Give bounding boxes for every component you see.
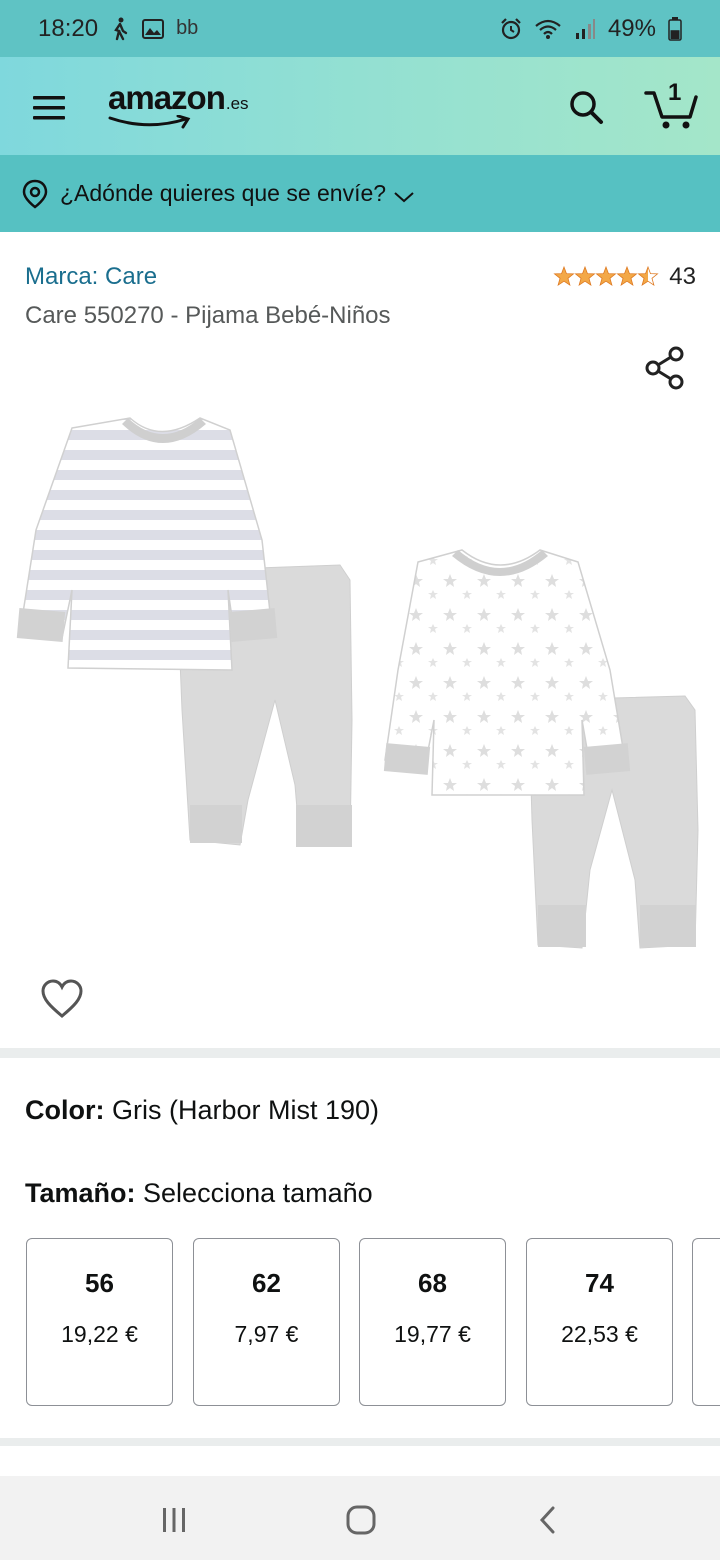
- amazon-logo[interactable]: amazon.es: [108, 79, 268, 135]
- size-number: 62: [252, 1268, 281, 1298]
- size-price: 19,77 €: [394, 1321, 471, 1347]
- walking-icon: [114, 17, 128, 40]
- product-title: Care 550270 - Pijama Bebé-Niños: [25, 302, 391, 329]
- size-label: Tamaño:: [25, 1178, 136, 1208]
- system-nav-bar: [0, 1476, 720, 1560]
- delivery-label: ¿Adónde quieres que se envíe?: [60, 180, 387, 206]
- battery-percent: 49%: [607, 14, 656, 42]
- logo-text: amazon: [108, 79, 226, 116]
- pajama-set-illustration: [16, 417, 699, 949]
- brand-link[interactable]: Marca: Care: [25, 263, 157, 291]
- status-right: 49%: [500, 15, 682, 43]
- back-icon: [539, 1506, 555, 1534]
- status-bar: 18:20 bb 49%: [0, 0, 720, 57]
- size-value: Selecciona tamaño: [143, 1178, 373, 1208]
- logo-tld: .es: [225, 94, 249, 113]
- wifi-icon: [535, 19, 561, 39]
- star-mark: [553, 266, 575, 287]
- clock: 18:20: [38, 14, 99, 42]
- location-pin-icon: [22, 179, 48, 209]
- battery-icon: [668, 16, 682, 41]
- search-icon: [570, 91, 603, 124]
- chevron-down-icon: [394, 191, 414, 202]
- color-label: Color:: [25, 1095, 105, 1125]
- size-option[interactable]: 62 7,97 €: [193, 1238, 340, 1406]
- logo-smile-icon: [108, 115, 191, 129]
- size-number: 68: [418, 1268, 447, 1298]
- size-selection: Tamaño: Selecciona tamaño: [25, 1178, 373, 1209]
- star-mark: [637, 266, 659, 287]
- home-icon: [346, 1505, 376, 1535]
- share-button[interactable]: [644, 346, 686, 390]
- size-number: 74: [585, 1268, 614, 1298]
- cart-count: 1: [668, 79, 682, 106]
- star-rating: [553, 266, 659, 287]
- menu-icon: [33, 96, 65, 120]
- color-selection: Color: Gris (Harbor Mist 190): [25, 1095, 379, 1126]
- home-button[interactable]: [341, 1500, 381, 1540]
- star-mark: [616, 266, 638, 287]
- wishlist-button[interactable]: [40, 978, 84, 1022]
- rating-summary[interactable]: 43: [553, 263, 696, 291]
- carrier-text: bb: [176, 17, 199, 39]
- alarm-icon: [501, 17, 521, 39]
- cart-button[interactable]: 1: [644, 79, 700, 131]
- size-price: 22,53 €: [561, 1321, 638, 1347]
- star-mark: [574, 266, 596, 287]
- size-option[interactable]: 74 22,53 €: [526, 1238, 673, 1406]
- size-option[interactable]: 68 19,77 €: [359, 1238, 506, 1406]
- delivery-location-bar[interactable]: ¿Adónde quieres que se envíe?: [0, 155, 720, 232]
- size-price: 7,97 €: [234, 1321, 299, 1347]
- section-divider: [0, 1438, 720, 1446]
- color-value: Gris (Harbor Mist 190): [112, 1095, 380, 1125]
- status-left: 18:20 bb: [38, 15, 198, 43]
- size-price: 19,22 €: [61, 1321, 138, 1347]
- signal-icon: [575, 18, 595, 39]
- app-header: amazon.es 1: [0, 57, 720, 155]
- size-number: 56: [85, 1268, 114, 1298]
- size-option-partial[interactable]: [692, 1238, 720, 1406]
- image-icon: [142, 18, 165, 39]
- recents-button[interactable]: [154, 1500, 194, 1540]
- heart-icon: [41, 979, 83, 1018]
- star-mark: [595, 266, 617, 287]
- product-image[interactable]: [0, 400, 720, 970]
- rating-count: 43: [669, 263, 696, 290]
- size-option[interactable]: 56 19,22 €: [26, 1238, 173, 1406]
- section-divider: [0, 1048, 720, 1058]
- recents-icon: [163, 1508, 185, 1532]
- menu-button[interactable]: [30, 87, 70, 127]
- search-button[interactable]: [566, 87, 606, 127]
- share-icon: [645, 346, 684, 390]
- size-options: 56 19,22 € 62 7,97 € 68 19,77 € 74 22,53…: [26, 1238, 720, 1408]
- back-button[interactable]: [528, 1500, 568, 1540]
